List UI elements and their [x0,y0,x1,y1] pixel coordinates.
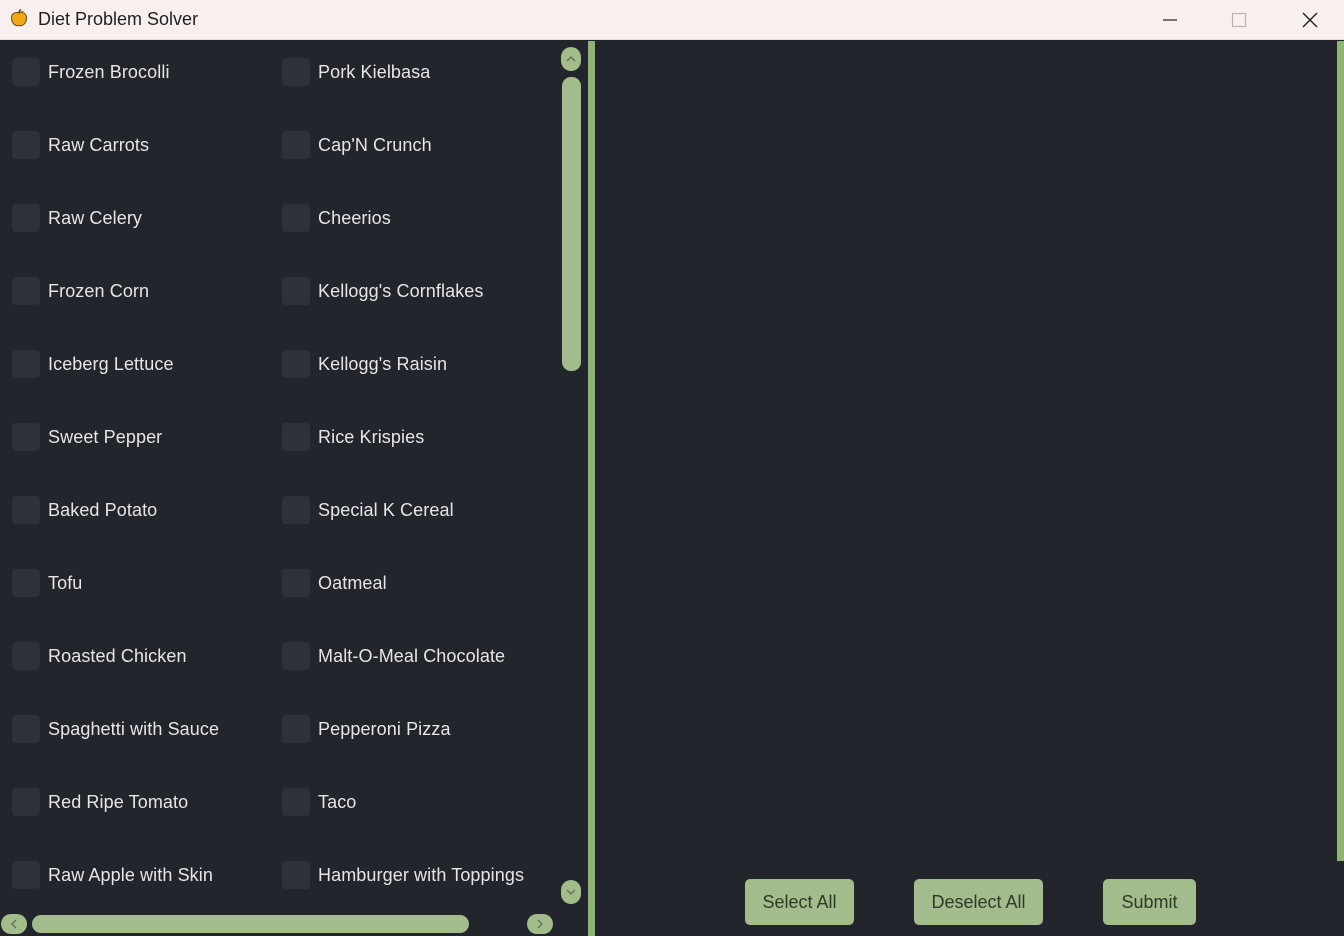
food-checkbox[interactable] [12,350,40,378]
food-label: Kellogg's Raisin [318,353,448,374]
food-item[interactable]: Cheerios [282,203,391,233]
food-item[interactable]: Frozen Corn [12,276,149,306]
food-label: Pepperoni Pizza [318,718,451,739]
food-label: Oatmeal [318,572,387,593]
window-title: Diet Problem Solver [38,9,199,29]
food-checkbox[interactable] [12,58,40,86]
food-checkbox[interactable] [282,423,310,451]
deselect-all-button[interactable]: Deselect All [914,879,1043,925]
food-item[interactable]: Rice Krispies [282,422,424,452]
food-checkbox[interactable] [282,715,310,743]
food-item[interactable]: Roasted Chicken [12,641,187,671]
food-label: Malt-O-Meal Chocolate [318,645,506,666]
food-label: Spaghetti with Sauce [48,718,220,739]
food-label: Frozen Brocolli [48,61,170,82]
food-checkbox[interactable] [282,861,310,889]
horizontal-scrollbar-thumb[interactable] [32,915,469,933]
food-item[interactable]: Special K Cereal [282,495,454,525]
food-checkbox[interactable] [282,496,310,524]
food-item[interactable]: Raw Celery [12,203,142,233]
close-button[interactable] [1287,0,1333,40]
submit-button[interactable]: Submit [1103,879,1196,925]
chevron-down-icon [566,889,576,895]
maximize-button[interactable] [1216,0,1262,40]
food-label: Rice Krispies [318,426,425,447]
food-checkbox[interactable] [282,350,310,378]
minimize-button[interactable] [1147,0,1193,40]
vertical-scrollbar-thumb[interactable] [562,77,581,371]
food-checkbox[interactable] [282,277,310,305]
scroll-down-button[interactable] [561,880,581,904]
food-checkbox[interactable] [12,788,40,816]
apple-icon [10,8,28,27]
food-checkbox[interactable] [282,58,310,86]
food-item[interactable]: Sweet Pepper [12,422,162,452]
results-panel-border [1337,41,1344,861]
food-item[interactable]: Malt-O-Meal Chocolate [282,641,505,671]
chevron-left-icon [11,919,17,929]
food-item[interactable]: Cap'N Crunch [282,130,432,160]
food-checkbox[interactable] [12,861,40,889]
food-checkbox[interactable] [282,204,310,232]
panel-divider[interactable] [588,41,595,936]
food-item[interactable]: Baked Potato [12,495,157,525]
food-item[interactable]: Raw Carrots [12,130,149,160]
food-item[interactable]: Kellogg's Cornflakes [282,276,484,306]
title-bar: Diet Problem Solver [0,0,1344,40]
food-label: Cap'N Crunch [318,134,432,155]
close-icon [1302,12,1318,28]
food-item[interactable]: Tofu [12,568,82,598]
food-checkbox[interactable] [12,423,40,451]
food-checkbox[interactable] [12,642,40,670]
food-label: Baked Potato [48,499,158,520]
food-label: Sweet Pepper [48,426,163,447]
food-label: Taco [318,791,357,812]
food-label: Raw Carrots [48,134,150,155]
food-label: Red Ripe Tomato [48,791,189,812]
food-item[interactable]: Taco [282,787,356,817]
food-item[interactable]: Oatmeal [282,568,387,598]
food-label: Pork Kielbasa [318,61,431,82]
food-item[interactable]: Hamburger with Toppings [282,860,524,890]
food-item[interactable]: Pepperoni Pizza [282,714,451,744]
chevron-up-icon [566,56,576,62]
minimize-icon [1163,19,1177,21]
food-label: Tofu [48,572,83,593]
food-checkbox[interactable] [282,642,310,670]
results-panel [595,41,1337,936]
food-label: Hamburger with Toppings [318,864,525,885]
food-item[interactable]: Frozen Brocolli [12,57,170,87]
scroll-left-button[interactable] [1,914,27,934]
food-item[interactable]: Iceberg Lettuce [12,349,174,379]
food-checkbox[interactable] [282,569,310,597]
chevron-right-icon [537,919,543,929]
food-item[interactable]: Kellogg's Raisin [282,349,447,379]
food-checkbox[interactable] [12,277,40,305]
food-label: Raw Apple with Skin [48,864,213,885]
select-all-button[interactable]: Select All [745,879,854,925]
food-label: Roasted Chicken [48,645,187,666]
maximize-icon [1231,12,1247,28]
food-item[interactable]: Spaghetti with Sauce [12,714,219,744]
food-checkbox[interactable] [12,715,40,743]
food-label: Iceberg Lettuce [48,353,174,374]
food-label: Special K Cereal [318,499,454,520]
food-item[interactable]: Pork Kielbasa [282,57,430,87]
food-label: Frozen Corn [48,280,150,301]
food-checkbox[interactable] [12,204,40,232]
food-checkbox[interactable] [282,788,310,816]
food-label: Kellogg's Cornflakes [318,280,484,301]
food-list-panel: Frozen Brocolli Raw Carrots Raw Celery F… [0,41,586,936]
food-label: Cheerios [318,207,391,228]
food-item[interactable]: Raw Apple with Skin [12,860,213,890]
food-checkbox[interactable] [12,496,40,524]
food-label: Raw Celery [48,207,143,228]
food-checkbox[interactable] [12,569,40,597]
scroll-right-button[interactable] [527,914,553,934]
food-item[interactable]: Red Ripe Tomato [12,787,188,817]
scroll-up-button[interactable] [561,47,581,71]
food-checkbox[interactable] [12,131,40,159]
food-checkbox[interactable] [282,131,310,159]
